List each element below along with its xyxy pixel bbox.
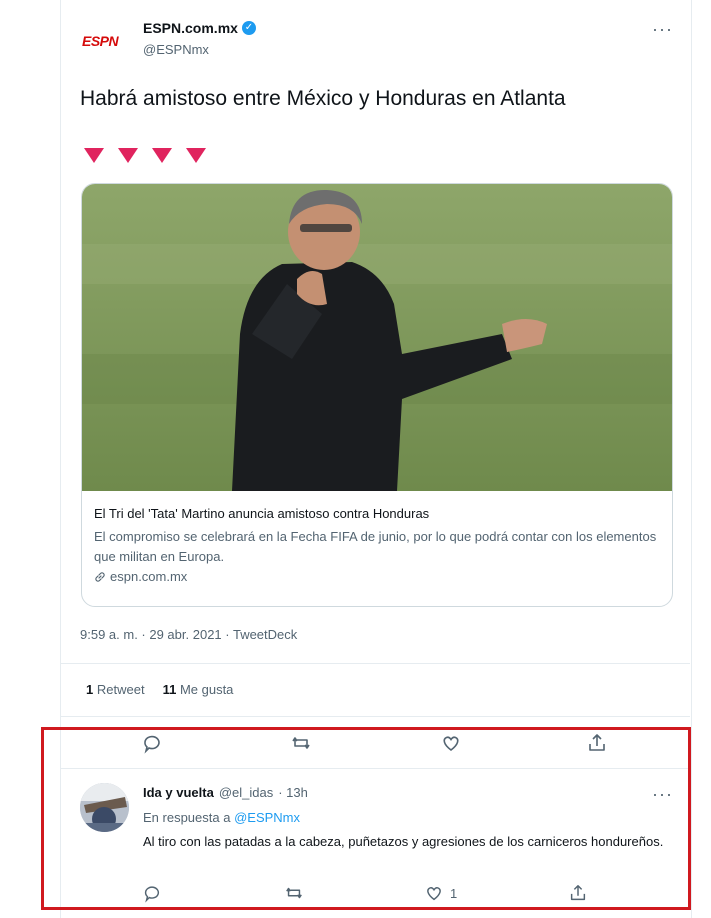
divider <box>60 663 690 664</box>
retweet-label: Retweet <box>96 682 145 697</box>
link-title[interactable]: El Tri del 'Tata' Martino anuncia amisto… <box>94 506 660 521</box>
link-preview-card[interactable]: El Tri del 'Tata' Martino anuncia amisto… <box>81 183 673 607</box>
triangle-emojis <box>84 148 206 163</box>
espn-logo[interactable]: ESPN <box>82 31 130 51</box>
red-triangle-icon <box>152 148 172 163</box>
handle[interactable]: @ESPNmx <box>143 42 209 57</box>
link-icon <box>94 571 106 583</box>
retweet-stat[interactable]: 1 Retweet <box>86 682 145 697</box>
link-domain-text[interactable]: espn.com.mx <box>110 569 187 584</box>
link-description: El compromiso se celebrará en la Fecha F… <box>94 529 657 564</box>
red-triangle-icon <box>118 148 138 163</box>
display-name-text[interactable]: ESPN.com.mx <box>143 20 238 36</box>
like-stat[interactable]: 11 Me gusta <box>163 682 234 697</box>
link-preview-meta: El Tri del 'Tata' Martino anuncia amisto… <box>94 506 660 584</box>
more-icon[interactable]: ··· <box>652 20 673 38</box>
tweet-stats: 1 Retweet 11 Me gusta <box>86 682 233 697</box>
highlight-box <box>41 727 691 910</box>
like-count: 11 <box>162 682 177 697</box>
red-triangle-icon <box>186 148 206 163</box>
tweet-timestamp[interactable]: 9:59 a. m. · 29 abr. 2021 · TweetDeck <box>80 627 297 642</box>
retweet-count: 1 <box>86 682 94 697</box>
display-name[interactable]: ESPN.com.mx ✓ <box>143 20 256 36</box>
svg-text:ESPN: ESPN <box>82 34 120 48</box>
like-label: Me gusta <box>179 682 234 697</box>
red-triangle-icon <box>84 148 104 163</box>
link-domain[interactable]: espn.com.mx <box>94 569 660 584</box>
link-preview-image[interactable] <box>82 184 672 491</box>
divider <box>60 716 690 717</box>
verified-icon: ✓ <box>241 21 256 35</box>
tweet-text: Habrá amistoso entre México y Honduras e… <box>80 87 566 110</box>
